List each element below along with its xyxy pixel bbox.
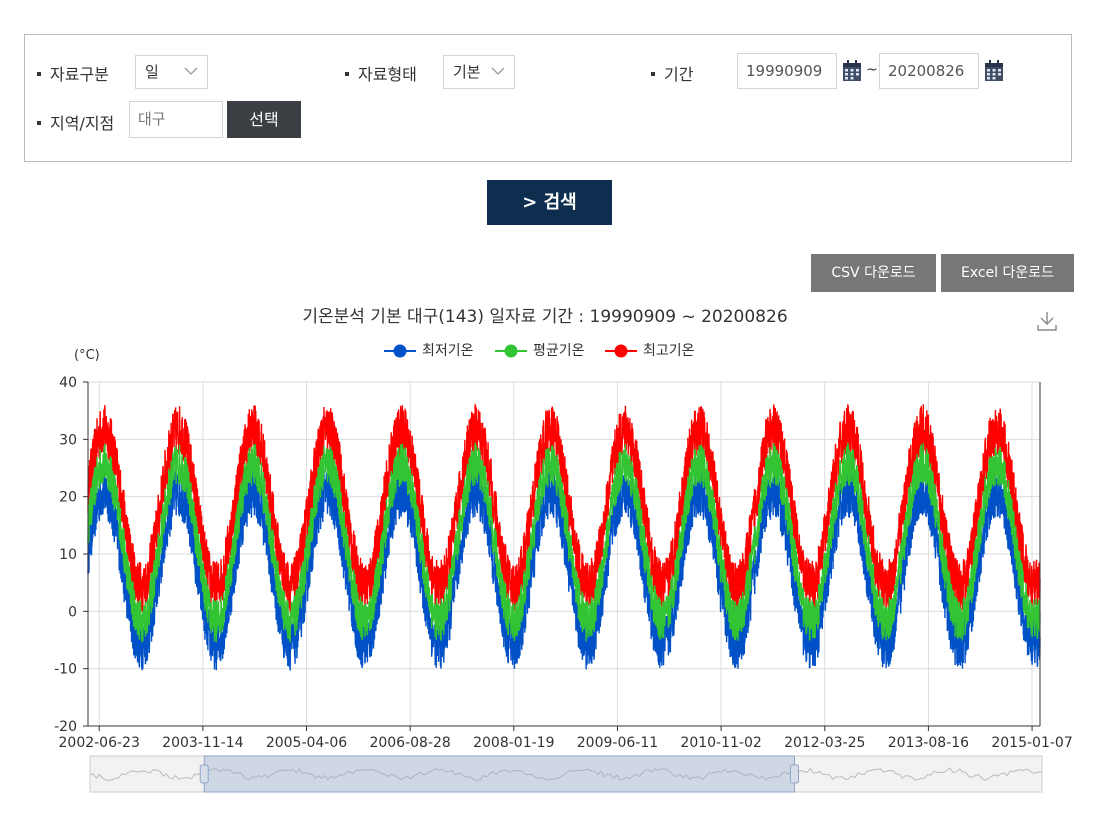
data-type-label: 자료구분 [37, 61, 109, 85]
region-input[interactable]: 대구 [129, 101, 223, 138]
download-icon[interactable] [1036, 310, 1058, 332]
data-form-select[interactable]: 기본 [443, 55, 515, 89]
select-region-button[interactable]: 선택 [227, 101, 301, 138]
series-line-max [87, 403, 1041, 613]
chevron-down-icon [184, 67, 198, 75]
region-label-text: 지역/지점 [50, 114, 115, 133]
y-tick-label: -20 [54, 719, 77, 735]
zoom-slider-preview [89, 767, 1043, 781]
data-form-label: 자료형태 [345, 61, 417, 85]
legend-marker-max-icon [605, 344, 637, 358]
bullet-icon [651, 71, 655, 76]
data-form-value: 기본 [453, 63, 481, 81]
x-tick-label: 2006-08-28 [369, 735, 450, 751]
y-tick-label: 30 [59, 432, 77, 448]
legend-label-max: 최고기온 [643, 343, 695, 359]
x-tick-label: 2002-06-23 [59, 735, 140, 751]
search-button[interactable]: > 검색 [487, 180, 612, 225]
y-tick-label: 40 [59, 375, 77, 391]
x-tick-label: 2003-11-14 [162, 735, 243, 751]
y-tick-label: 20 [59, 490, 77, 506]
bullet-icon [345, 71, 349, 76]
period-label: 기간 [651, 61, 693, 85]
x-tick-label: 2015-01-07 [991, 735, 1072, 751]
series-line-min [87, 465, 1041, 671]
region-label: 지역/지점 [37, 110, 114, 134]
y-unit-label: (°C) [74, 348, 100, 363]
period-label-text: 기간 [664, 65, 694, 84]
x-tick-label: 2005-04-06 [266, 735, 347, 751]
legend-label-min: 최저기온 [422, 343, 474, 359]
x-tick-label: 2012-03-25 [784, 735, 865, 751]
data-type-label-text: 자료구분 [50, 65, 109, 84]
legend-marker-min-icon [384, 344, 416, 358]
data-form-label-text: 자료형태 [358, 65, 417, 84]
bullet-icon [37, 71, 41, 76]
data-type-select[interactable]: 일 [135, 55, 208, 89]
y-tick-label: 0 [68, 604, 77, 620]
series-line-avg [87, 441, 1041, 643]
x-tick-label: 2010-11-02 [680, 735, 761, 751]
excel-download-button[interactable]: Excel 다운로드 [941, 254, 1074, 292]
end-date-input[interactable]: 20200826 [879, 53, 979, 89]
y-tick-label: 10 [59, 547, 77, 563]
x-tick-label: 2013-08-16 [888, 735, 969, 751]
chevron-down-icon [491, 67, 505, 75]
bullet-icon [37, 120, 41, 125]
zoom-slider-window[interactable] [203, 755, 795, 793]
calendar-icon[interactable] [984, 60, 1004, 82]
x-tick-label: 2009-06-11 [577, 735, 658, 751]
date-range-separator: ~ [866, 62, 878, 78]
zoom-slider-left-handle[interactable] [199, 764, 209, 784]
csv-download-button[interactable]: CSV 다운로드 [811, 254, 936, 292]
zoom-slider-right-handle[interactable] [789, 764, 799, 784]
calendar-icon[interactable] [842, 60, 862, 82]
legend-label-avg: 평균기온 [533, 343, 585, 359]
y-tick-label: -10 [54, 662, 77, 678]
data-type-value: 일 [145, 63, 159, 81]
chart-title: 기온분석 기본 대구(143) 일자료 기간 : 19990909 ~ 2020… [302, 307, 788, 327]
x-tick-label: 2008-01-19 [473, 735, 554, 751]
zoom-slider-track [89, 755, 1043, 793]
start-date-input[interactable]: 19990909 [737, 53, 837, 89]
legend-marker-avg-icon [495, 344, 527, 358]
